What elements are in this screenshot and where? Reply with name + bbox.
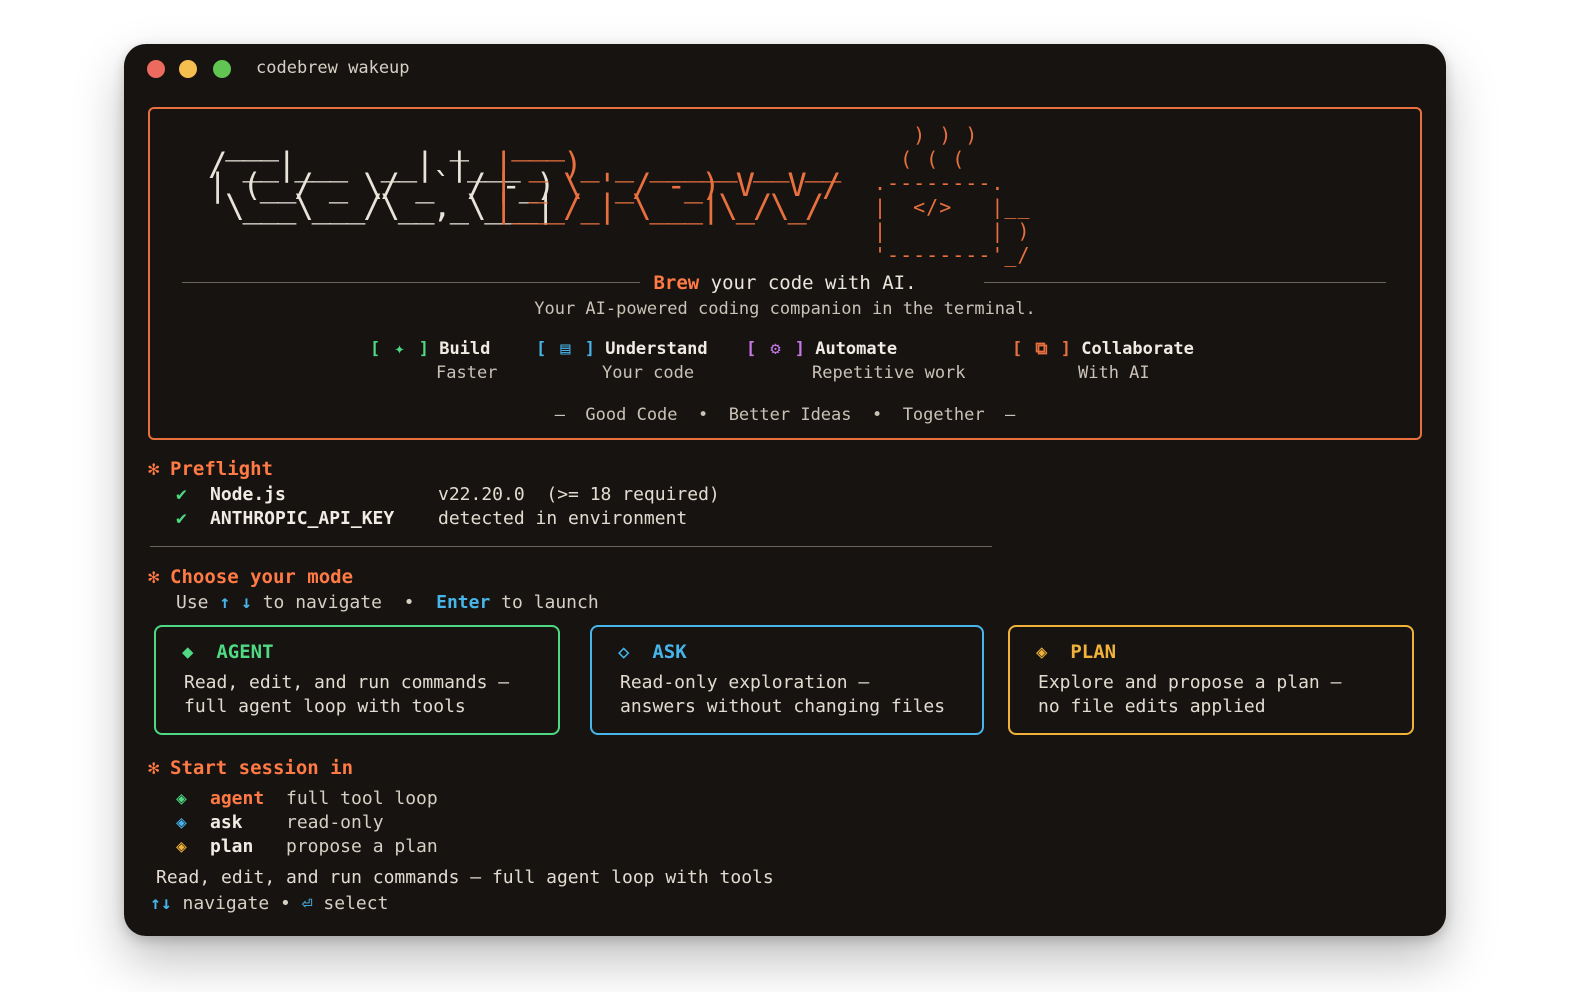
- asterisk-icon: ✻: [148, 566, 160, 588]
- start-session-heading: ✻ Start session in: [148, 757, 354, 779]
- navigation-hint: Use ↑ ↓ to navigate • Enter to launch: [176, 592, 599, 613]
- close-window-button[interactable]: [147, 60, 165, 78]
- copy-icon: ⧉: [1035, 339, 1048, 359]
- motto-line: — Good Code • Better Ideas • Together —: [554, 405, 1016, 425]
- key-hints: ↑↓ navigate • ⏎ select: [150, 893, 389, 914]
- diamond-outline-icon: ◇: [618, 641, 630, 663]
- diamond-filled-icon: ◆: [182, 641, 194, 663]
- preflight-heading: ✻ Preflight: [148, 458, 273, 480]
- gear-icon: ⚙: [770, 339, 781, 359]
- asterisk-icon: ✻: [148, 757, 160, 779]
- tagline: Brew your code with AI.: [653, 272, 917, 294]
- title-bar: codebrew wakeup: [124, 44, 1446, 94]
- welcome-banner: ___ _ / __|___ __| |___ | (__/ _ \/ _` /…: [148, 107, 1422, 440]
- codebrew-logo-brew-part: ___ | _ )_ _ _____ __ __ | _ \ '_/ -_) V…: [494, 124, 841, 225]
- checkmark-icon: ✔: [176, 484, 187, 505]
- session-option-plan[interactable]: ◈ plan propose a plan: [176, 836, 438, 857]
- feature-collaborate: [ ⧉ ] Collaborate With AI: [1012, 339, 1194, 383]
- diamond-dot-icon: ◈: [176, 836, 187, 857]
- preflight-check-api-key: ✔ ANTHROPIC_API_KEY detected in environmen…: [176, 508, 688, 529]
- mode-card-ask[interactable]: ◇ ASK Read-only exploration — answers wi…: [590, 625, 984, 735]
- session-option-ask[interactable]: ◈ ask read-only: [176, 812, 384, 833]
- subtitle: Your AI-powered coding companion in the …: [534, 299, 1036, 319]
- feature-build: [ ✦ ] Build Faster: [370, 339, 498, 383]
- feature-automate: [ ⚙ ] Automate Repetitive work: [746, 339, 966, 383]
- feature-understand: [ ▤ ] Understand Your code: [536, 339, 708, 383]
- asterisk-icon: ✻: [148, 458, 160, 480]
- section-divider: [150, 546, 992, 547]
- window-title: codebrew wakeup: [256, 58, 410, 78]
- return-key-icon: ⏎: [301, 893, 313, 914]
- choose-mode-heading: ✻ Choose your mode: [148, 566, 354, 588]
- session-option-agent[interactable]: ◈ agent full tool loop: [176, 788, 438, 809]
- diamond-dot-icon: ◈: [1036, 641, 1048, 663]
- sparkle-icon: ✦: [394, 339, 405, 359]
- diamond-dot-icon: ◈: [176, 812, 187, 833]
- maximize-window-button[interactable]: [213, 60, 231, 78]
- minimize-window-button[interactable]: [179, 60, 197, 78]
- list-icon: ▤: [560, 339, 571, 359]
- terminal-window: codebrew wakeup ___ _ / __|___ __| |___ …: [124, 44, 1446, 936]
- coffee-cup-logo: ) ) ) ( ( ( .--------. | </> |__ | | ) '…: [874, 123, 1031, 267]
- up-down-arrows-icon: ↑↓: [150, 893, 172, 914]
- selected-mode-description: Read, edit, and run commands — full agen…: [156, 867, 774, 888]
- enter-key-label: Enter: [436, 592, 491, 613]
- preflight-check-node: ✔ Node.js v22.20.0 (>= 18 required): [176, 484, 720, 505]
- arrow-keys-icon: ↑ ↓: [219, 592, 252, 613]
- mode-card-plan[interactable]: ◈ PLAN Explore and propose a plan — no f…: [1008, 625, 1414, 735]
- diamond-dot-icon: ◈: [176, 788, 187, 809]
- checkmark-icon: ✔: [176, 508, 187, 529]
- mode-card-agent[interactable]: ◆ AGENT Read, edit, and run commands — f…: [154, 625, 560, 735]
